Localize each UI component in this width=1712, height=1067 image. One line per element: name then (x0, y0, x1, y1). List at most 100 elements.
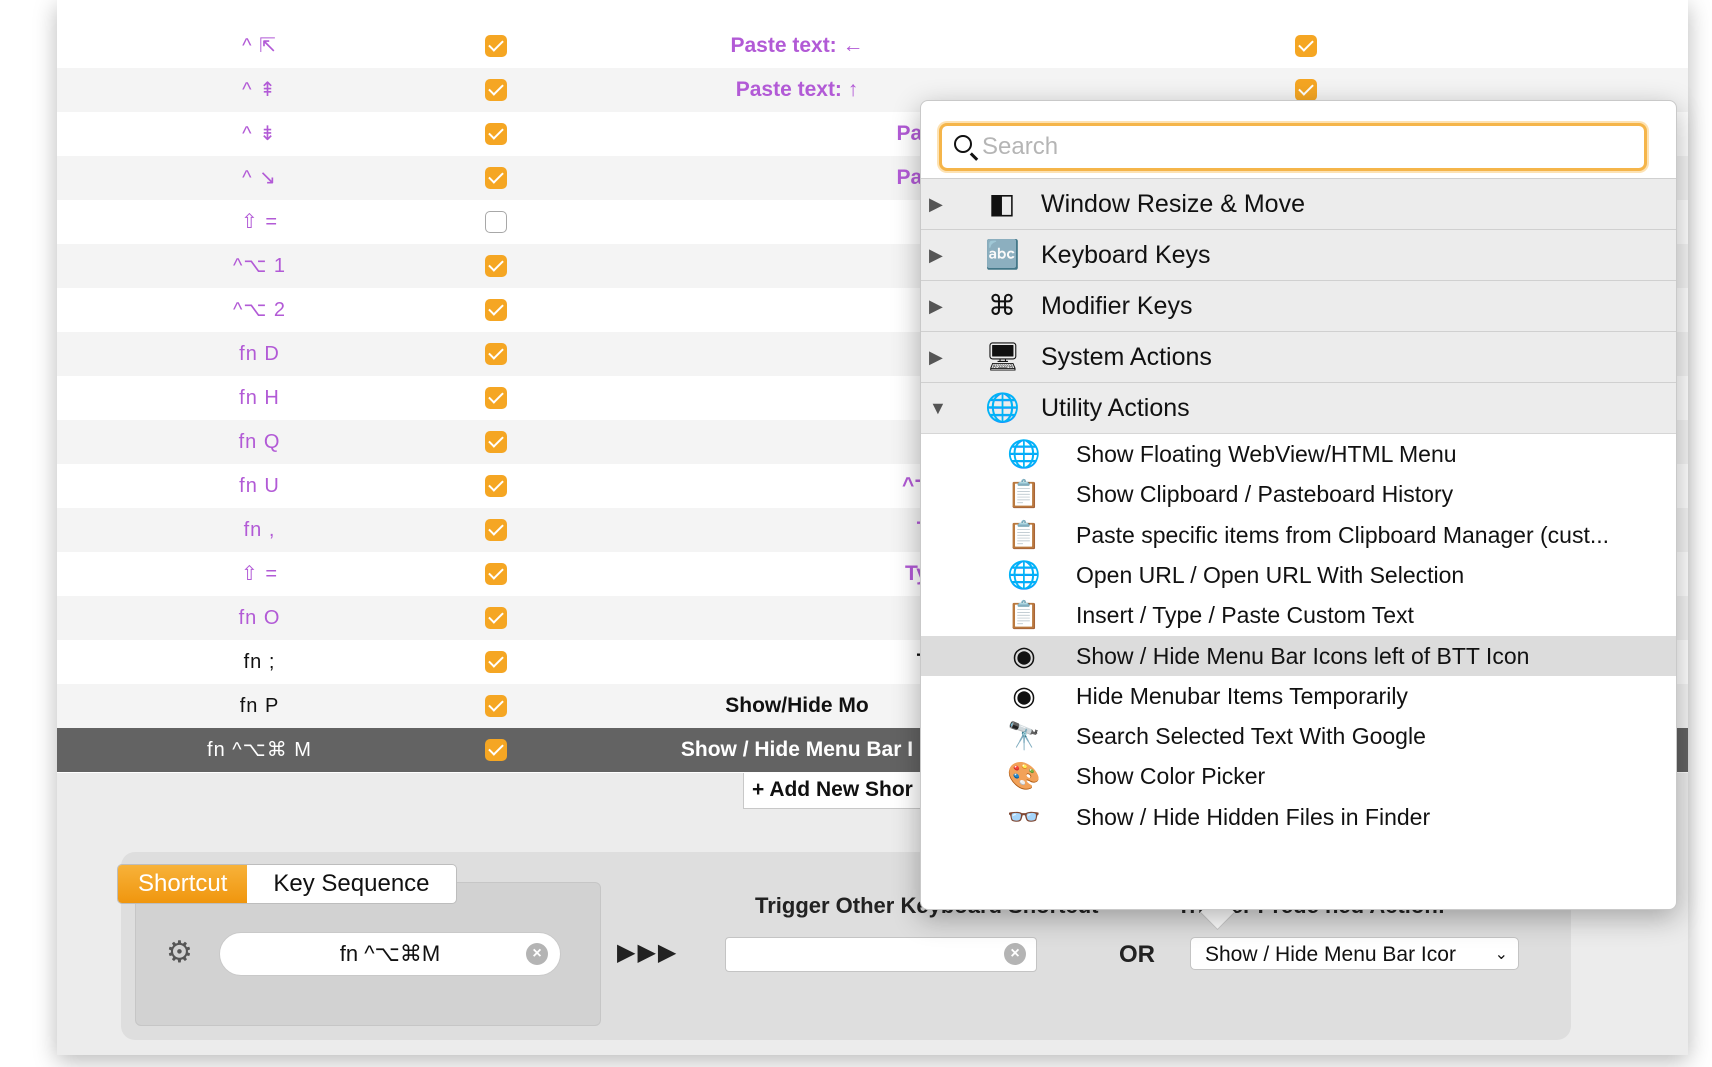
chevron-down-icon: ⌄ (1494, 946, 1508, 963)
action-item-label: Show Floating WebView/HTML Menu (1076, 441, 1457, 467)
action-item-label: Search Selected Text With Google (1076, 723, 1426, 750)
disclosure-closed-icon[interactable]: ▶ (929, 347, 943, 368)
enabled-checkbox[interactable] (485, 563, 507, 585)
trigger-cell: fn ^⌥⌘ M (207, 739, 312, 761)
category-label: Keyboard Keys (1041, 241, 1211, 269)
action-list-item[interactable]: ◉ Show / Hide Menu Bar Icons left of BTT … (921, 635, 1676, 676)
action-list-item[interactable]: 🌐 Open URL / Open URL With Selection (921, 555, 1676, 595)
clipboard-icon: 📋 (1007, 479, 1041, 510)
action-item-label: Insert / Type / Paste Custom Text (1076, 602, 1414, 629)
trigger-cell: fn O (238, 607, 281, 629)
category-system-actions[interactable]: ▶ 🖥 System Actions (921, 331, 1676, 383)
secondary-checkbox[interactable] (1295, 79, 1317, 101)
action-list-item[interactable]: 🎨 Show Color Picker (921, 756, 1676, 796)
abc-icon: 🔤 (985, 239, 1020, 270)
trigger-cell: fn ; (243, 651, 276, 673)
search-box[interactable] (939, 123, 1647, 171)
trigger-cell: fn D (239, 343, 280, 365)
action-list-item[interactable]: 📋 Show Clipboard / Pasteboard History (921, 474, 1676, 514)
trigger-cell: fn P (239, 695, 280, 717)
target-icon: ◉ (1012, 640, 1036, 671)
trigger-cell: ^ ⇟ (242, 123, 277, 145)
tab-shortcut[interactable]: Shortcut (118, 865, 248, 903)
action-list-item[interactable]: 🌐 Show Floating WebView/HTML Menu (921, 434, 1676, 474)
category-modifier-keys[interactable]: ▶ ⌘ Modifier Keys (921, 280, 1676, 332)
category-label: System Actions (1041, 343, 1212, 371)
action-item-label: Show Color Picker (1076, 763, 1266, 790)
category-label: Modifier Keys (1041, 292, 1193, 320)
action-item-label: Show / Hide Menu Bar Icons left of BTT I… (1076, 642, 1530, 669)
clipboard-icon: 📋 (1007, 519, 1041, 550)
disclosure-closed-icon[interactable]: ▶ (929, 194, 943, 215)
secondary-checkbox[interactable] (1295, 35, 1317, 57)
disclosure-closed-icon[interactable]: ▶ (929, 296, 943, 317)
globe-cursor-icon: 🌐 (985, 392, 1020, 423)
binoculars-icon: 🔭 (1007, 721, 1041, 752)
action-list-item[interactable]: ◉ Hide Menubar Items Temporarily (921, 676, 1676, 716)
enabled-checkbox[interactable] (485, 519, 507, 541)
predefined-action-value: Show / Hide Menu Bar Icor (1205, 943, 1456, 966)
enabled-checkbox[interactable] (485, 607, 507, 629)
enabled-checkbox[interactable] (485, 123, 507, 145)
enabled-checkbox[interactable] (485, 35, 507, 57)
action-list-item[interactable]: 🔭 Search Selected Text With Google (921, 716, 1676, 756)
table-row[interactable]: ^ ⇱ Paste text: ← (57, 24, 1688, 68)
predefined-action-dropdown[interactable]: Show / Hide Menu Bar Icor ⌄ (1190, 937, 1519, 970)
category-label: Window Resize & Move (1041, 190, 1305, 218)
gear-icon[interactable]: ⚙ (166, 938, 193, 968)
enabled-checkbox[interactable] (485, 387, 507, 409)
arrows-indicator: ▶▶▶ (617, 939, 679, 966)
action-item-label: Paste specific items from Clipboard Mana… (1076, 521, 1610, 548)
enabled-checkbox[interactable] (485, 167, 507, 189)
predefined-action-popup: ▶ ◧ Window Resize & Move ▶ 🔤 Keyboard Keys ▶ ⌘ M… (920, 100, 1677, 910)
palette-icon: 🎨 (1007, 761, 1041, 792)
shortcut-recorder-field[interactable]: fn ^⌥⌘M × (219, 932, 561, 976)
trigger-cell: fn , (243, 519, 276, 541)
clear-shortcut-icon[interactable]: × (526, 943, 548, 965)
category-window-resize-move[interactable]: ▶ ◧ Window Resize & Move (921, 178, 1676, 230)
or-label: OR (1119, 941, 1155, 968)
trigger-cell: fn U (239, 475, 280, 497)
window-half-icon: ◧ (988, 188, 1016, 219)
enabled-checkbox[interactable] (485, 475, 507, 497)
clear-other-shortcut-icon[interactable]: × (1004, 943, 1026, 965)
enabled-checkbox[interactable] (485, 739, 507, 761)
action-item-label: Hide Menubar Items Temporarily (1076, 682, 1408, 709)
enabled-checkbox[interactable] (485, 299, 507, 321)
category-label: Utility Actions (1041, 394, 1190, 422)
trigger-cell: ⇧ = (241, 563, 278, 585)
shortcut-value: fn ^⌥⌘M (339, 941, 441, 966)
trigger-cell: ^ ⇱ (242, 35, 277, 57)
action-list-item[interactable]: 👓 Show / Hide Hidden Files in Finder (921, 797, 1676, 837)
enabled-checkbox[interactable] (485, 431, 507, 453)
trigger-cell: fn H (239, 387, 280, 409)
tab-key-sequence[interactable]: Key Sequence (247, 865, 456, 903)
clipboard-icon: 📋 (1007, 600, 1041, 631)
trigger-type-segmented-control[interactable]: Shortcut Key Sequence (117, 864, 457, 904)
add-new-shortcut-button[interactable]: + Add New Shor (743, 773, 933, 809)
enabled-checkbox[interactable] (485, 211, 507, 233)
enabled-checkbox[interactable] (485, 255, 507, 277)
command-icon: ⌘ (988, 290, 1016, 321)
enabled-checkbox[interactable] (485, 695, 507, 717)
trigger-cell: ^⌥ 2 (232, 299, 287, 321)
disclosure-open-icon[interactable]: ▼ (929, 398, 947, 419)
trigger-cell: ^⌥ 1 (232, 255, 287, 277)
category-keyboard-keys[interactable]: ▶ 🔤 Keyboard Keys (921, 229, 1676, 281)
search-input[interactable] (982, 126, 1632, 168)
action-item-label: Show Clipboard / Pasteboard History (1076, 481, 1454, 508)
disclosure-closed-icon[interactable]: ▶ (929, 245, 943, 266)
target-icon: ◉ (1012, 680, 1036, 711)
action-list-item[interactable]: 📋 Paste specific items from Clipboard Man… (921, 515, 1676, 555)
monitor-icon: 🖥 (985, 341, 1021, 372)
other-shortcut-field[interactable]: × (725, 937, 1037, 972)
globe-cursor-icon: 🌐 (1007, 439, 1041, 469)
action-item-label: Show / Hide Hidden Files in Finder (1076, 803, 1431, 830)
action-list-item[interactable]: 📋 Insert / Type / Paste Custom Text (921, 595, 1676, 635)
category-utility-actions[interactable]: ▼ 🌐 Utility Actions (921, 382, 1676, 434)
enabled-checkbox[interactable] (485, 343, 507, 365)
enabled-checkbox[interactable] (485, 79, 507, 101)
trigger-cell: fn Q (238, 431, 281, 453)
enabled-checkbox[interactable] (485, 651, 507, 673)
globe-cursor-icon: 🌐 (1007, 559, 1041, 590)
